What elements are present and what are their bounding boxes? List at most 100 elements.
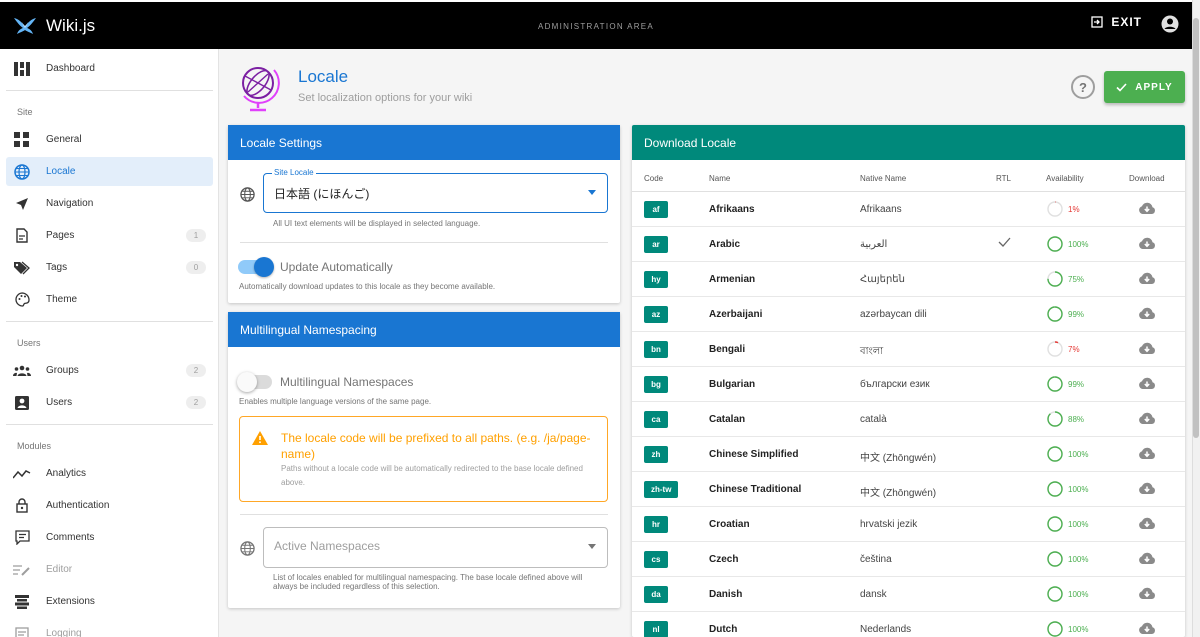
- account-box-icon: [11, 394, 33, 412]
- sidebar-item-label: Extensions: [46, 596, 95, 607]
- update-automatically-toggle[interactable]: [238, 257, 274, 277]
- table-row: zh Chinese Simplified 中文 (Zhōngwén) 100%: [632, 437, 1185, 472]
- locale-native-name: català: [860, 414, 887, 425]
- sidebar-item-label: Navigation: [46, 198, 94, 209]
- locale-code-chip: ar: [644, 236, 668, 253]
- card-title: Download Locale: [632, 125, 1185, 160]
- locale-code-chip: bn: [644, 341, 668, 358]
- locale-native-name: 中文 (Zhōngwén): [860, 453, 937, 464]
- globe-icon: [240, 541, 255, 556]
- availability-progress-circle: [1047, 481, 1063, 497]
- site-locale-hint: All UI text elements will be displayed i…: [273, 219, 481, 228]
- locale-name: Afrikaans: [709, 204, 755, 215]
- site-locale-label: Site Locale: [272, 168, 316, 177]
- sidebar-item-pages[interactable]: Pages 1: [6, 221, 213, 250]
- sidebar-item-label: Analytics: [46, 468, 87, 479]
- page-subtitle: Set localization options for your wiki: [298, 92, 473, 104]
- alert-title: The locale code will be prefixed to all …: [281, 431, 591, 461]
- locale-name: Catalan: [709, 414, 746, 425]
- dashboard-icon: [11, 60, 33, 78]
- availability-progress-circle: [1047, 586, 1063, 602]
- sidebar-item-users[interactable]: Users 2: [6, 388, 213, 417]
- locale-name: Bulgarian: [709, 379, 756, 390]
- sidebar-item-authentication[interactable]: Authentication: [6, 491, 213, 520]
- navigation-arrow-icon: [11, 195, 33, 213]
- cloud-download-icon[interactable]: [1138, 447, 1156, 460]
- sidebar-item-tags[interactable]: Tags 0: [6, 253, 213, 282]
- extensions-icon: [11, 593, 33, 611]
- lock-icon: [11, 497, 33, 515]
- apply-button[interactable]: APPLY: [1104, 71, 1185, 103]
- help-button[interactable]: ?: [1071, 75, 1095, 99]
- availability-progress-circle: [1047, 236, 1063, 252]
- sidebar-item-logging[interactable]: Logging: [6, 619, 213, 637]
- locale-name: Czech: [709, 554, 739, 565]
- sidebar-item-locale[interactable]: Locale: [6, 157, 213, 186]
- sidebar-section-site: Site: [17, 107, 33, 117]
- cloud-download-icon[interactable]: [1138, 237, 1156, 250]
- availability-percent: 100%: [1068, 625, 1089, 634]
- locale-name: Chinese Traditional: [709, 484, 802, 495]
- table-row: ca Catalan català 88%: [632, 402, 1185, 437]
- cloud-download-icon[interactable]: [1138, 552, 1156, 565]
- locale-native-name: Nederlands: [860, 624, 912, 635]
- cloud-download-icon[interactable]: [1138, 272, 1156, 285]
- check-icon: [1116, 82, 1127, 92]
- sidebar-item-theme[interactable]: Theme: [6, 285, 213, 314]
- availability-progress-circle: [1047, 341, 1063, 357]
- check-icon: [998, 237, 1011, 247]
- exit-button[interactable]: EXIT: [1091, 15, 1142, 29]
- availability-progress-circle: [1047, 201, 1063, 217]
- count-badge: 1: [186, 229, 206, 242]
- site-locale-select[interactable]: Site Locale 日本語 (にほんご): [263, 168, 608, 213]
- card-title: Locale Settings: [228, 125, 620, 160]
- main-content: Locale Set localization options for your…: [219, 49, 1192, 637]
- sidebar-item-label: Logging: [46, 628, 82, 637]
- exit-label: EXIT: [1111, 15, 1142, 29]
- cloud-download-icon[interactable]: [1138, 412, 1156, 425]
- locale-name: Arabic: [709, 239, 741, 250]
- cloud-download-icon[interactable]: [1138, 342, 1156, 355]
- locale-name: Croatian: [709, 519, 750, 530]
- column-header-name: Name: [709, 174, 731, 183]
- cloud-download-icon[interactable]: [1138, 587, 1156, 600]
- locale-native-name: dansk: [860, 589, 887, 600]
- window-scrollbar-thumb[interactable]: [1193, 18, 1199, 438]
- cloud-download-icon[interactable]: [1138, 307, 1156, 320]
- sidebar-item-groups[interactable]: Groups 2: [6, 356, 213, 385]
- sidebar-item-extensions[interactable]: Extensions: [6, 587, 213, 616]
- table-row: af Afrikaans Afrikaans 1%: [632, 192, 1185, 227]
- sidebar-item-analytics[interactable]: Analytics: [6, 459, 213, 488]
- cloud-download-icon[interactable]: [1138, 377, 1156, 390]
- cloud-download-icon[interactable]: [1138, 482, 1156, 495]
- availability-progress-circle: [1047, 446, 1063, 462]
- card-title: Multilingual Namespacing: [228, 312, 620, 347]
- active-namespaces-placeholder: Active Namespaces: [274, 539, 381, 553]
- apply-label: APPLY: [1135, 81, 1173, 93]
- cloud-download-icon[interactable]: [1138, 622, 1156, 635]
- sidebar-item-editor[interactable]: Editor: [6, 555, 213, 584]
- availability-progress-circle: [1047, 551, 1063, 567]
- locale-native-name: hrvatski jezik: [860, 519, 918, 530]
- divider: [240, 242, 608, 243]
- availability-percent: 99%: [1068, 310, 1085, 319]
- globe-icon: [240, 187, 255, 202]
- account-button[interactable]: [1161, 15, 1179, 38]
- table-row: bg Bulgarian български език 99%: [632, 367, 1185, 402]
- table-row: bn Bengali বাংলা 7%: [632, 332, 1185, 367]
- locale-native-name: العربية: [860, 239, 888, 250]
- chart-line-icon: [11, 465, 33, 483]
- active-namespaces-select[interactable]: Active Namespaces: [263, 527, 608, 568]
- table-row: ar Arabic العربية 100%: [632, 227, 1185, 262]
- alert-text: Paths without a locale code will be auto…: [281, 464, 583, 487]
- cloud-download-icon[interactable]: [1138, 202, 1156, 215]
- sidebar-item-general[interactable]: General: [6, 125, 213, 154]
- sidebar-item-comments[interactable]: Comments: [6, 523, 213, 552]
- sidebar-item-dashboard[interactable]: Dashboard: [6, 54, 213, 83]
- cloud-download-icon[interactable]: [1138, 517, 1156, 530]
- window-scrollbar[interactable]: [1192, 0, 1200, 637]
- locale-native-name: български език: [860, 379, 930, 390]
- sidebar-item-navigation[interactable]: Navigation: [6, 189, 213, 218]
- sidebar-item-label: Tags: [46, 262, 68, 273]
- multilingual-namespaces-toggle[interactable]: [237, 372, 272, 392]
